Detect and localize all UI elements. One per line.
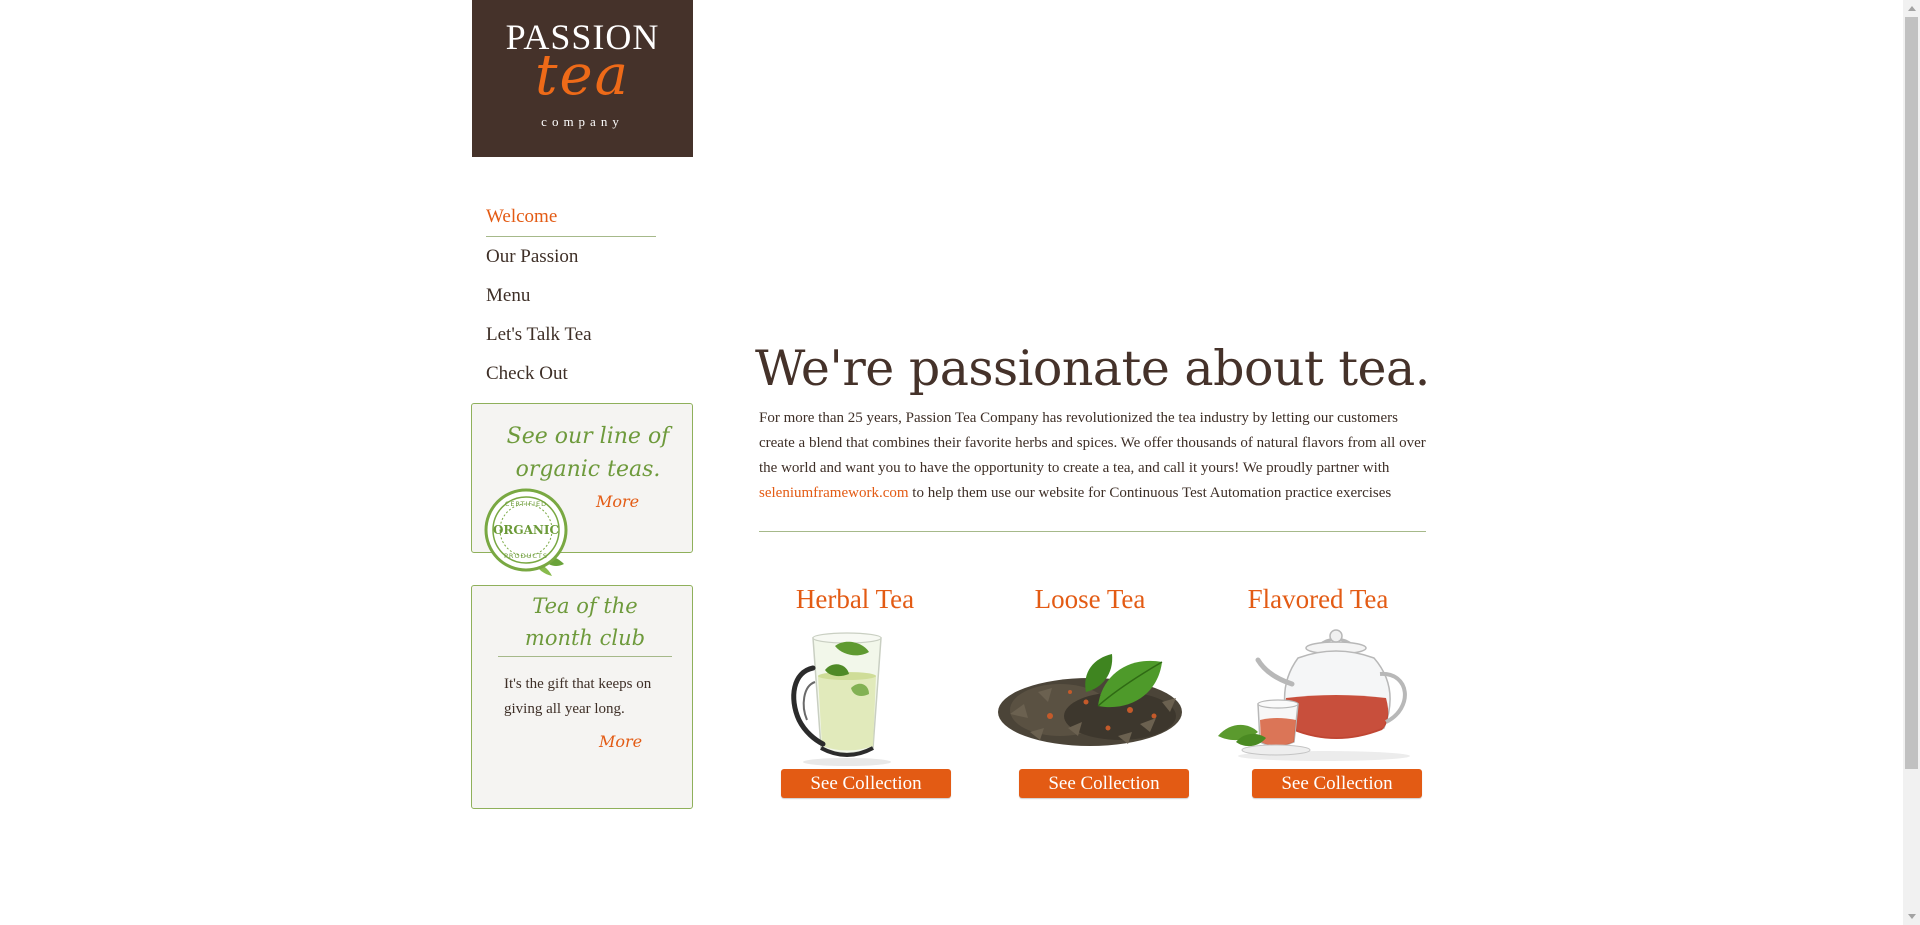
intro-text-before: For more than 25 years, Passion Tea Comp… (759, 410, 1426, 476)
seal-bottom-text: PRODUCTS (504, 552, 548, 560)
main-nav: Welcome Our Passion Menu Let's Talk Tea … (486, 200, 656, 396)
intro-paragraph: For more than 25 years, Passion Tea Comp… (759, 406, 1429, 506)
logo-company-text: company (541, 114, 624, 129)
organic-teas-line1: See our line of (506, 424, 670, 449)
organic-more-link[interactable]: More (596, 492, 639, 511)
organic-teas-text: See our line of organic teas. (488, 420, 688, 486)
organic-seal-icon: CERTIFIED ORGANIC PRODUCTS (484, 488, 568, 576)
passion-tea-logo[interactable]: PASSION tea company (472, 0, 693, 157)
nav-item-welcome[interactable]: Welcome (486, 200, 656, 237)
nav-item-check-out[interactable]: Check Out (486, 357, 656, 396)
tea-month-club-description: It's the gift that keeps on giving all y… (504, 676, 652, 717)
month-title-line2: month club (524, 626, 646, 650)
flavored-see-collection-button[interactable]: See Collection (1252, 769, 1422, 798)
organic-teas-line2: organic teas. (515, 457, 661, 482)
intro-text-after: to help them use our website for Continu… (908, 485, 1392, 501)
glass-tea-cup-image[interactable] (785, 628, 905, 768)
content-divider (759, 531, 1426, 532)
scroll-up-arrow-icon[interactable] (1903, 0, 1920, 17)
nav-item-our-passion[interactable]: Our Passion (486, 240, 656, 279)
herbal-tea-title: Herbal Tea (795, 584, 915, 614)
scroll-thumb[interactable] (1905, 17, 1918, 769)
page-headline: We're passionate about tea. (755, 340, 1430, 397)
month-more-link[interactable]: More (599, 732, 642, 751)
tea-month-club-title: Tea of the month club (498, 590, 672, 657)
loose-leaf-tea-image[interactable] (990, 632, 1190, 754)
vertical-scrollbar[interactable] (1903, 0, 1920, 925)
tea-month-club-box: Tea of the month club It's the gift that… (471, 585, 693, 809)
seleniumframework-link[interactable]: seleniumframework.com (759, 485, 909, 501)
flavored-tea-title: Flavored Tea (1247, 584, 1389, 614)
nav-item-menu[interactable]: Menu (486, 279, 656, 318)
glass-teapot-image[interactable] (1214, 624, 1420, 762)
loose-tea-title: Loose Tea (1034, 584, 1146, 614)
organic-teas-box: See our line of organic teas. More CERTI… (471, 403, 693, 576)
scroll-down-arrow-icon[interactable] (1903, 908, 1920, 925)
seal-top-text: CERTIFIED (505, 500, 547, 508)
loose-see-collection-button[interactable]: See Collection (1019, 769, 1189, 798)
month-title-line1: Tea of the (532, 594, 638, 618)
nav-item-lets-talk-tea[interactable]: Let's Talk Tea (486, 318, 656, 357)
logo-tea-text: tea (534, 43, 631, 108)
herbal-see-collection-button[interactable]: See Collection (781, 769, 951, 798)
seal-word-text: ORGANIC (493, 523, 559, 537)
